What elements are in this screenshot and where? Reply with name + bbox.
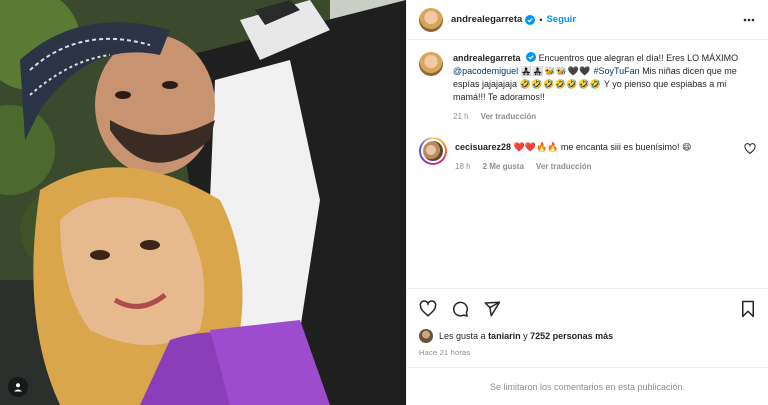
heart-icon[interactable] [419, 299, 437, 318]
author-avatar[interactable] [419, 7, 443, 32]
more-icon [743, 18, 755, 21]
comment-emojis: ❤️❤️🔥🔥 [513, 142, 559, 152]
caption-emojis-2: 🤣🤣🤣🤣🤣🤣🤣 [519, 79, 602, 89]
caption-avatar[interactable] [419, 52, 443, 76]
comment-text: me encanta siii es buenísimo! [560, 142, 680, 152]
post-side-panel: andrealegarreta • Seguir andrealegarreta… [406, 0, 768, 405]
more-options-button[interactable] [742, 13, 756, 27]
likes-summary: Les gusta a taniarin y 7252 personas más [407, 328, 768, 344]
verified-icon [526, 52, 537, 62]
comment-body: cecisuarez28 ❤️❤️🔥🔥 me encanta siii es b… [455, 137, 736, 173]
tag-user-button[interactable] [8, 377, 28, 397]
caption-text-1: Encuentros que alegran el día!! Eres LO … [538, 53, 739, 63]
liker-username[interactable]: taniarin [488, 331, 521, 341]
separator-dot: • [539, 14, 543, 25]
post-header: andrealegarreta • Seguir [407, 0, 768, 40]
comment-time[interactable]: 18 h [455, 160, 471, 173]
caption-meta: 21 h Ver traducción [453, 110, 756, 123]
comment-translate-link[interactable]: Ver traducción [536, 160, 592, 173]
commenter-username[interactable]: cecisuarez28 [455, 142, 511, 152]
comment-meta: 18 h 2 Me gusta Ver traducción [455, 160, 736, 173]
caption-translate-link[interactable]: Ver traducción [481, 110, 537, 123]
selfie-illustration [0, 0, 406, 405]
bookmark-icon[interactable] [740, 300, 756, 318]
caption-body: andrealegarreta Encuentros que alegran e… [453, 52, 756, 123]
caption-row: andrealegarreta Encuentros que alegran e… [419, 52, 756, 123]
comment-emoji-end: 😄 [681, 142, 692, 152]
comments-section: andrealegarreta Encuentros que alegran e… [407, 40, 768, 288]
share-icon[interactable] [483, 300, 501, 318]
verified-icon [525, 14, 536, 25]
post-photo[interactable] [0, 0, 406, 405]
likes-prefix: Les gusta a [439, 331, 486, 341]
comments-limited-notice: Se limitaron los comentarios en esta pub… [407, 367, 768, 405]
comment-icon[interactable] [451, 300, 469, 318]
caption-emojis-1: 👨‍👧‍👧👨‍👧‍👧🐝🐝🖤🖤 [520, 66, 591, 76]
caption-hashtag[interactable]: #SoyTuFan [593, 66, 639, 76]
comment-row: cecisuarez28 ❤️❤️🔥🔥 me encanta siii es b… [419, 137, 756, 173]
likes-count[interactable]: 7252 personas más [530, 331, 613, 341]
follow-button[interactable]: Seguir [546, 14, 576, 25]
author-username[interactable]: andrealegarreta [451, 14, 522, 25]
caption-username[interactable]: andrealegarreta [453, 53, 521, 63]
comment-like-heart-icon[interactable] [744, 143, 756, 155]
caption-time[interactable]: 21 h [453, 110, 469, 123]
comment-likes[interactable]: 2 Me gusta [483, 160, 524, 173]
liker-avatar[interactable] [419, 329, 433, 343]
post-actions-bar [407, 288, 768, 328]
likes-connector: y [523, 331, 528, 341]
instagram-post-modal: andrealegarreta • Seguir andrealegarreta… [0, 0, 768, 405]
caption-mention[interactable]: @pacodemiguel [453, 66, 518, 76]
commenter-avatar[interactable] [419, 137, 447, 165]
tag-user-icon [14, 383, 22, 392]
posted-ago[interactable]: Hace 21 horas [407, 344, 768, 367]
